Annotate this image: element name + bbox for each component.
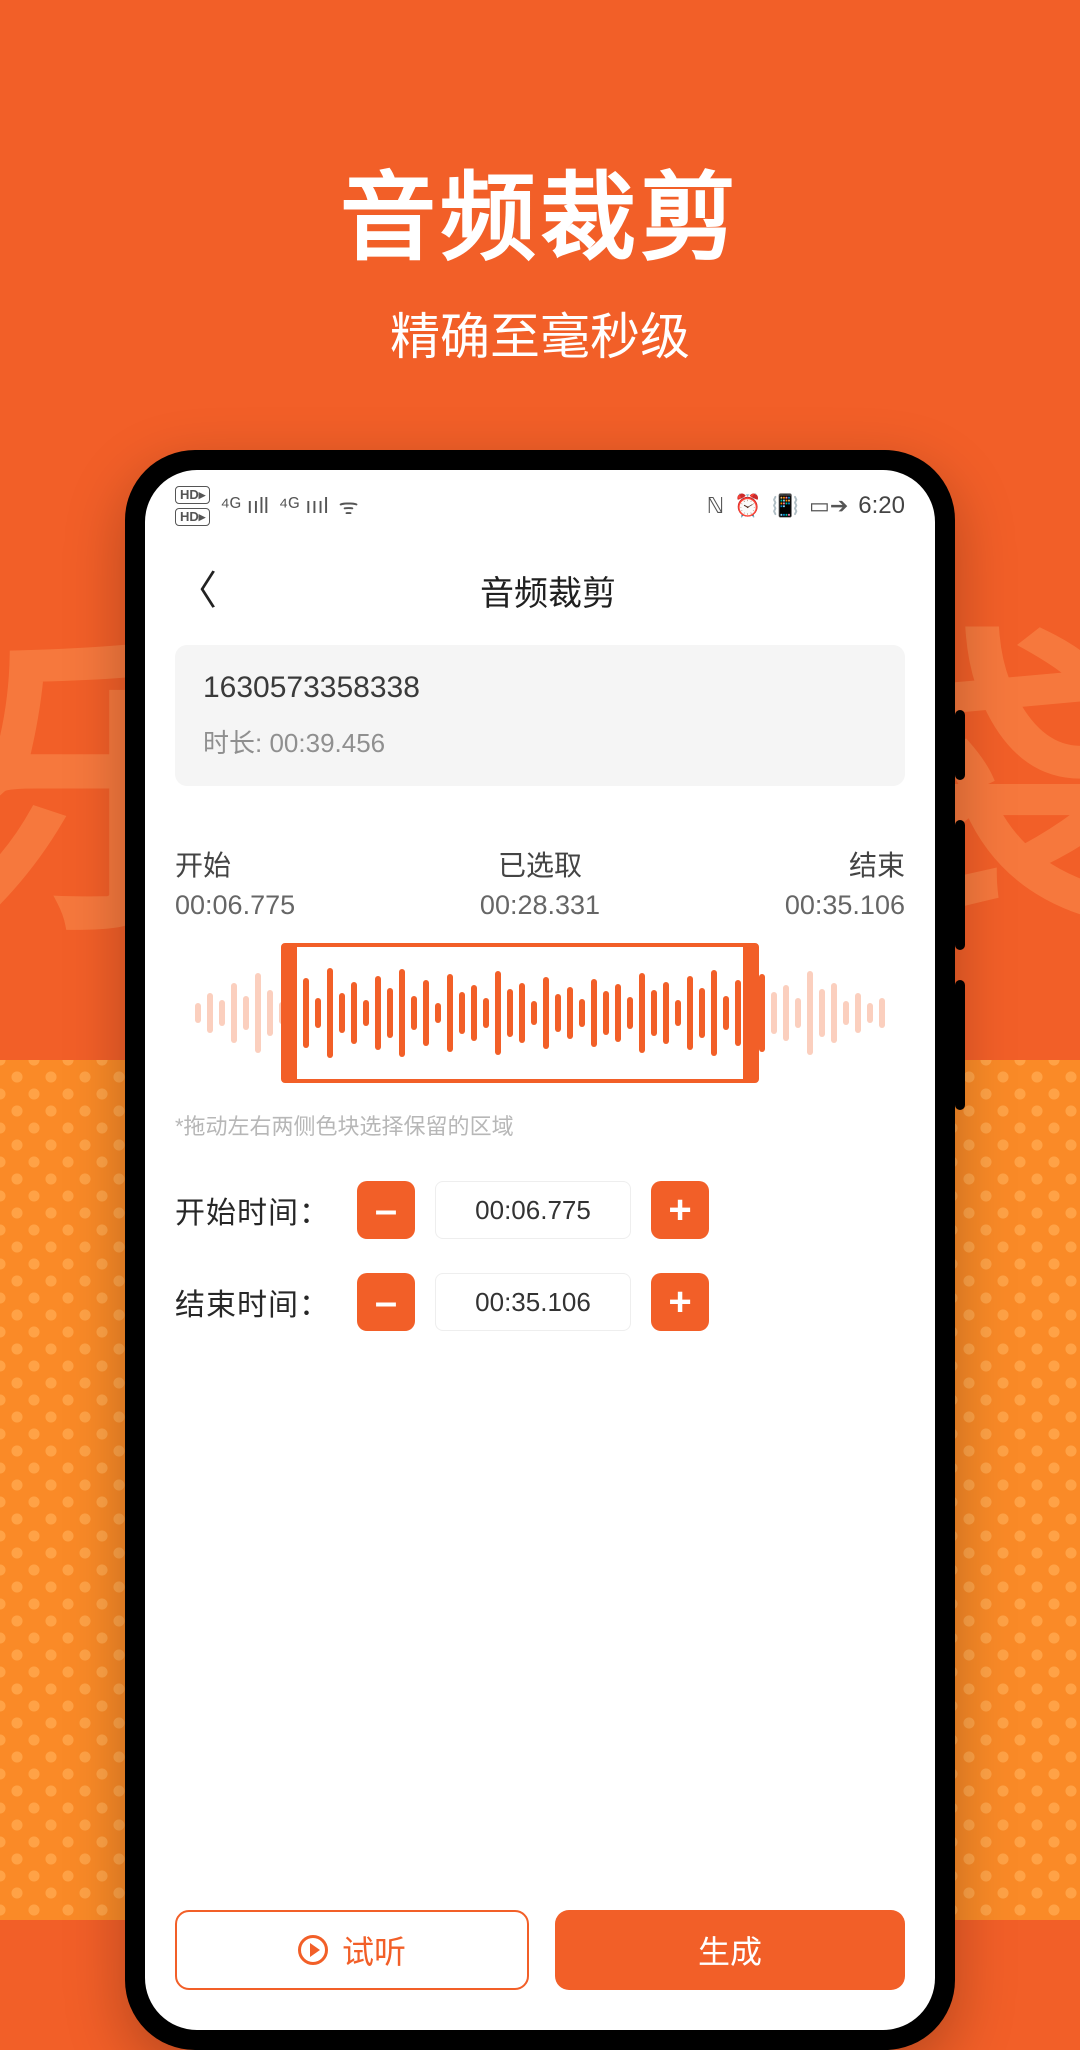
alarm-icon: ⏰ [734,493,761,519]
range-start-label: 开始 [175,844,418,884]
waveform-bar [831,983,837,1043]
waveform-bar [207,993,213,1033]
waveform-bar [219,1000,225,1026]
play-icon [298,1935,328,1965]
waveform-bar [795,998,801,1028]
waveform[interactable] [175,943,905,1083]
minus-icon: – [375,1188,397,1233]
waveform-bar [783,985,789,1041]
range-labels: 开始 00:06.775 已选取 00:28.331 结束 00:35.106 [175,844,905,921]
plus-icon: + [668,1188,691,1233]
phone-screen: HD▸ HD▸ ⁴ᴳ ııll ⁴ᴳ ıııl ᯤ ℕ ⏰ 📳 ▭➔ 6:20 … [145,470,935,2030]
waveform-bar [855,993,861,1033]
waveform-bar [255,973,261,1053]
end-time-row: 结束时间： – 00:35.106 + [175,1273,905,1331]
signal-icon: ⁴ᴳ ııll [220,493,268,519]
generate-button[interactable]: 生成 [555,1910,905,1990]
status-bar: HD▸ HD▸ ⁴ᴳ ııll ⁴ᴳ ıııl ᯤ ℕ ⏰ 📳 ▭➔ 6:20 [145,470,935,536]
file-info-card: 1630573358338 时长: 00:39.456 [175,645,905,786]
app-bar: 〈 音频裁剪 [145,536,935,639]
waveform-bar [243,996,249,1030]
hd-icon: HD▸ [175,486,210,504]
minus-icon: – [375,1280,397,1325]
file-duration: 时长: 00:39.456 [203,723,877,760]
phone-side-button [955,980,965,1110]
generate-label: 生成 [698,1927,762,1973]
nfc-icon: ℕ [707,493,725,519]
waveform-bar [807,971,813,1055]
clock: 6:20 [858,492,905,520]
end-time-field[interactable]: 00:35.106 [435,1273,631,1331]
end-time-minus-button[interactable]: – [357,1273,415,1331]
battery-icon: ▭➔ [809,493,848,519]
end-time-plus-button[interactable]: + [651,1273,709,1331]
waveform-bar [771,992,777,1034]
range-selected-value: 00:28.331 [418,890,661,921]
signal-icon: ⁴ᴳ ıııl [279,493,329,519]
phone-side-button [955,820,965,950]
selection-box[interactable] [281,943,759,1083]
start-time-field[interactable]: 00:06.775 [435,1181,631,1239]
preview-button[interactable]: 试听 [175,1910,529,1990]
plus-icon: + [668,1280,691,1325]
start-time-plus-button[interactable]: + [651,1181,709,1239]
wifi-icon: ᯤ [339,491,359,521]
hero: 音频裁剪 精确至毫秒级 [0,0,1080,369]
file-name: 1630573358338 [203,671,877,705]
bottom-bar: 试听 生成 [145,1884,935,2030]
range-selected-label: 已选取 [418,844,661,884]
vibrate-icon: 📳 [772,493,799,519]
waveform-bar [195,1003,201,1023]
phone-side-button [955,710,965,780]
hero-subtitle: 精确至毫秒级 [0,297,1080,369]
start-time-label: 开始时间： [175,1188,343,1232]
range-start-value: 00:06.775 [175,890,418,921]
end-time-label: 结束时间： [175,1280,343,1324]
page-title: 音频裁剪 [185,566,911,615]
phone-frame: HD▸ HD▸ ⁴ᴳ ııll ⁴ᴳ ıııl ᯤ ℕ ⏰ 📳 ▭➔ 6:20 … [125,450,955,2050]
start-time-minus-button[interactable]: – [357,1181,415,1239]
selection-handle-right[interactable] [743,947,759,1079]
duration-label: 时长: [203,728,262,758]
waveform-bar [819,989,825,1037]
waveform-bar [759,974,765,1052]
range-end-label: 结束 [662,844,905,884]
preview-label: 试听 [342,1927,406,1973]
waveform-bar [867,1003,873,1023]
duration-value: 00:39.456 [269,728,385,758]
selection-handle-left[interactable] [281,947,297,1079]
waveform-bar [843,1001,849,1025]
start-time-row: 开始时间： – 00:06.775 + [175,1181,905,1239]
waveform-bar [879,998,885,1028]
range-end-value: 00:35.106 [662,890,905,921]
waveform-bar [267,990,273,1036]
hd-icon: HD▸ [175,508,210,526]
waveform-bar [231,983,237,1043]
drag-hint: *拖动左右两侧色块选择保留的区域 [175,1109,905,1141]
hero-title: 音频裁剪 [0,140,1080,279]
